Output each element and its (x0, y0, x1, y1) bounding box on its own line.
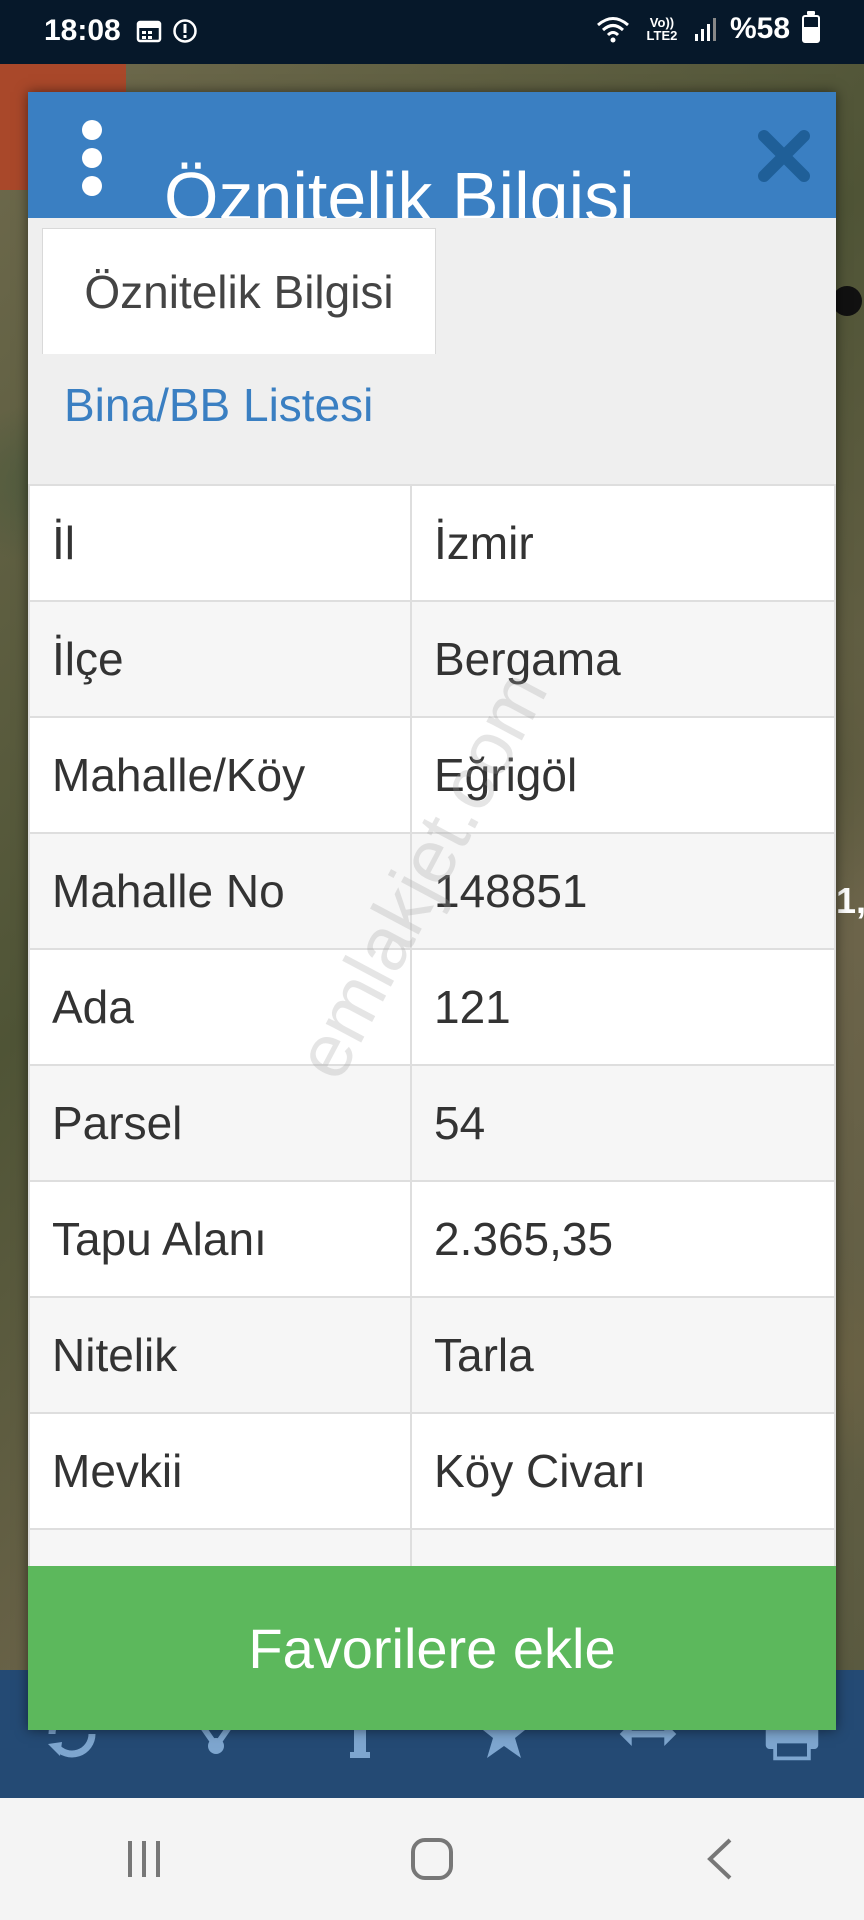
status-system-icons: Vo)) LTE2 %58 (596, 11, 820, 46)
attribute-value: Köy Civarı (410, 1412, 836, 1530)
map-parcel-label: 1, (836, 880, 864, 921)
battery-icon (802, 11, 820, 43)
table-row: Tapu Alanı 2.365,35 (28, 1180, 836, 1298)
recent-apps-icon[interactable] (99, 1814, 189, 1904)
close-icon[interactable] (756, 128, 812, 184)
alert-icon (173, 19, 197, 43)
wifi-icon (596, 17, 629, 43)
table-row: Mahalle/Köy Eğrigöl (28, 716, 836, 834)
attribute-key: Nitelik (28, 1296, 412, 1414)
battery-percent: %58 (729, 12, 790, 45)
modal-tabs: Öznitelik Bilgisi Bina/BB Listesi (28, 218, 836, 608)
attribute-table: İl İzmir İlçe Bergama Mahalle/Köy Eğrigö… (28, 484, 836, 1646)
system-nav-bar (0, 1798, 864, 1920)
signal-icon (694, 18, 716, 41)
menu-dot (82, 120, 102, 140)
table-row: İl İzmir (28, 484, 836, 602)
attribute-value: Bergama (410, 600, 836, 718)
attribute-value: 2.365,35 (410, 1180, 836, 1298)
calendar-icon (136, 20, 162, 43)
battery-level (804, 27, 818, 41)
status-bar: 18:08 Vo)) LTE2 %58 (0, 0, 864, 64)
attribute-info-modal: Öznitelik Bilgisi Öznitelik Bilgisi Bina… (28, 92, 836, 1730)
table-row: İlçe Bergama (28, 600, 836, 718)
table-row: Ada 121 (28, 948, 836, 1066)
status-notification-icons (136, 18, 198, 44)
attribute-value: Eğrigöl (410, 716, 836, 834)
table-row: Mahalle No 148851 (28, 832, 836, 950)
home-icon[interactable] (387, 1814, 477, 1904)
attribute-value: 54 (410, 1064, 836, 1182)
map-settings-icon (832, 286, 862, 316)
back-icon[interactable] (675, 1814, 765, 1904)
attribute-key: Ada (28, 948, 412, 1066)
modal-header: Öznitelik Bilgisi (28, 92, 836, 218)
attribute-key: Mevkii (28, 1412, 412, 1530)
tab-attribute-info[interactable]: Öznitelik Bilgisi (42, 228, 436, 354)
add-to-favorites-button[interactable]: Favorilere ekle (28, 1566, 836, 1730)
attribute-key: Mahalle No (28, 832, 412, 950)
attribute-key: Mahalle/Köy (28, 716, 412, 834)
network-label: Vo)) LTE2 (646, 15, 678, 43)
modal-title: Öznitelik Bilgisi (164, 158, 635, 218)
attribute-key: Tapu Alanı (28, 1180, 412, 1298)
status-time: 18:08 (44, 14, 121, 47)
more-options-icon[interactable] (76, 120, 106, 196)
attribute-value: Tarla (410, 1296, 836, 1414)
attribute-value: İzmir (410, 484, 836, 602)
attribute-value: 121 (410, 948, 836, 1066)
attribute-key: İlçe (28, 600, 412, 718)
menu-dot (82, 148, 102, 168)
attribute-key: İl (28, 484, 412, 602)
tab-building-list[interactable]: Bina/BB Listesi (64, 378, 373, 432)
attribute-key: Parsel (28, 1064, 412, 1182)
table-row: Mevkii Köy Civarı (28, 1412, 836, 1530)
menu-dot (82, 176, 102, 196)
attribute-value: 148851 (410, 832, 836, 950)
table-row: Parsel 54 (28, 1064, 836, 1182)
table-row: Nitelik Tarla (28, 1296, 836, 1414)
